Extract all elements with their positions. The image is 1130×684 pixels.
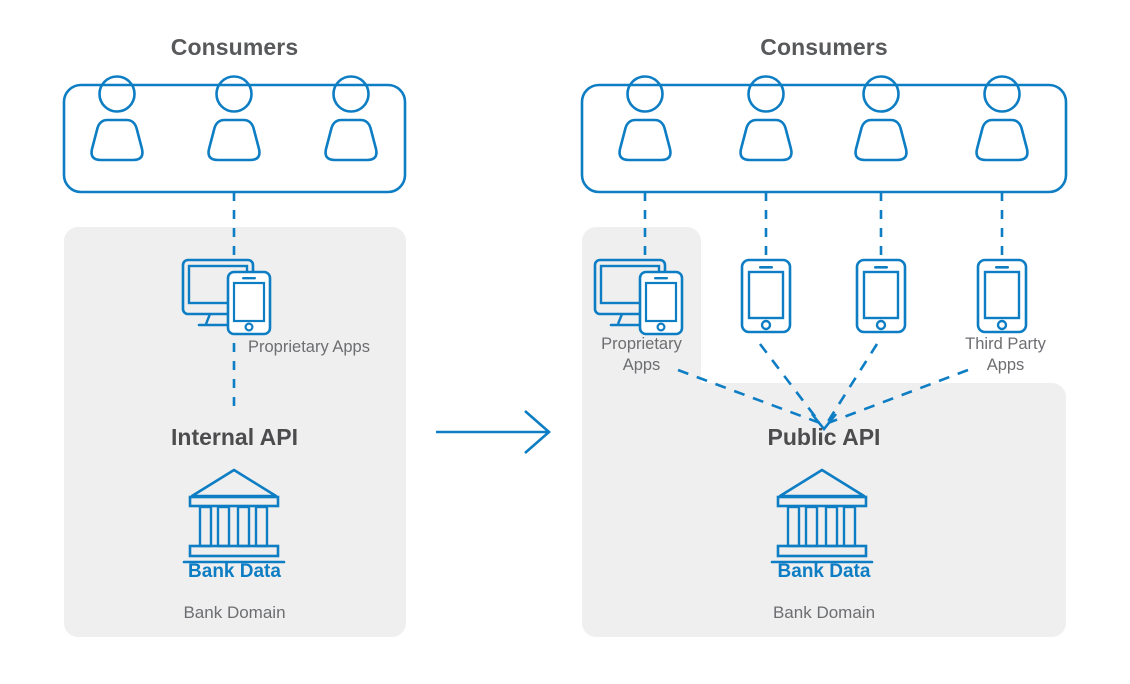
page-title-right: Consumers (760, 34, 888, 60)
phone-icon (855, 258, 907, 334)
proprietary-apps-label-line2: Apps (622, 356, 661, 375)
third-party-apps-label-line2: Apps (986, 356, 1025, 375)
person-icon (324, 75, 378, 162)
third-party-apps-label-line1: Third Party (965, 335, 1046, 353)
internal-api-label: Internal API (171, 424, 298, 450)
phone-icon (740, 258, 792, 334)
person-icon (854, 75, 908, 162)
phone-icon (976, 258, 1028, 334)
bank-domain-label-left: Bank Domain (183, 603, 286, 622)
page-title-left: Consumers (170, 34, 299, 60)
person-icon (975, 75, 1029, 162)
person-icon (618, 75, 672, 162)
consumers-box-left (62, 83, 407, 194)
person-icon (739, 75, 793, 162)
person-icon (207, 75, 261, 162)
bank-data-label-left: Bank Data (188, 561, 281, 582)
third-party-apps-label: Third Party Apps (946, 334, 1065, 376)
arrow-right-icon (436, 410, 551, 454)
person-icon (90, 75, 144, 162)
proprietary-apps-label-right: Proprietary Apps (582, 334, 701, 376)
public-api-label: Public API (767, 424, 881, 450)
diagram-canvas: Consumers Proprietary Apps Internal API … (0, 0, 1130, 684)
bank-domain-label-right: Bank Domain (772, 603, 876, 622)
bank-domain-panel-right-main (582, 383, 1066, 637)
consumers-box-right (580, 83, 1068, 194)
proprietary-apps-label-left: Proprietary Apps (248, 338, 370, 356)
proprietary-apps-label-line1: Proprietary (601, 335, 682, 353)
bank-data-label-right: Bank Data (777, 561, 871, 582)
